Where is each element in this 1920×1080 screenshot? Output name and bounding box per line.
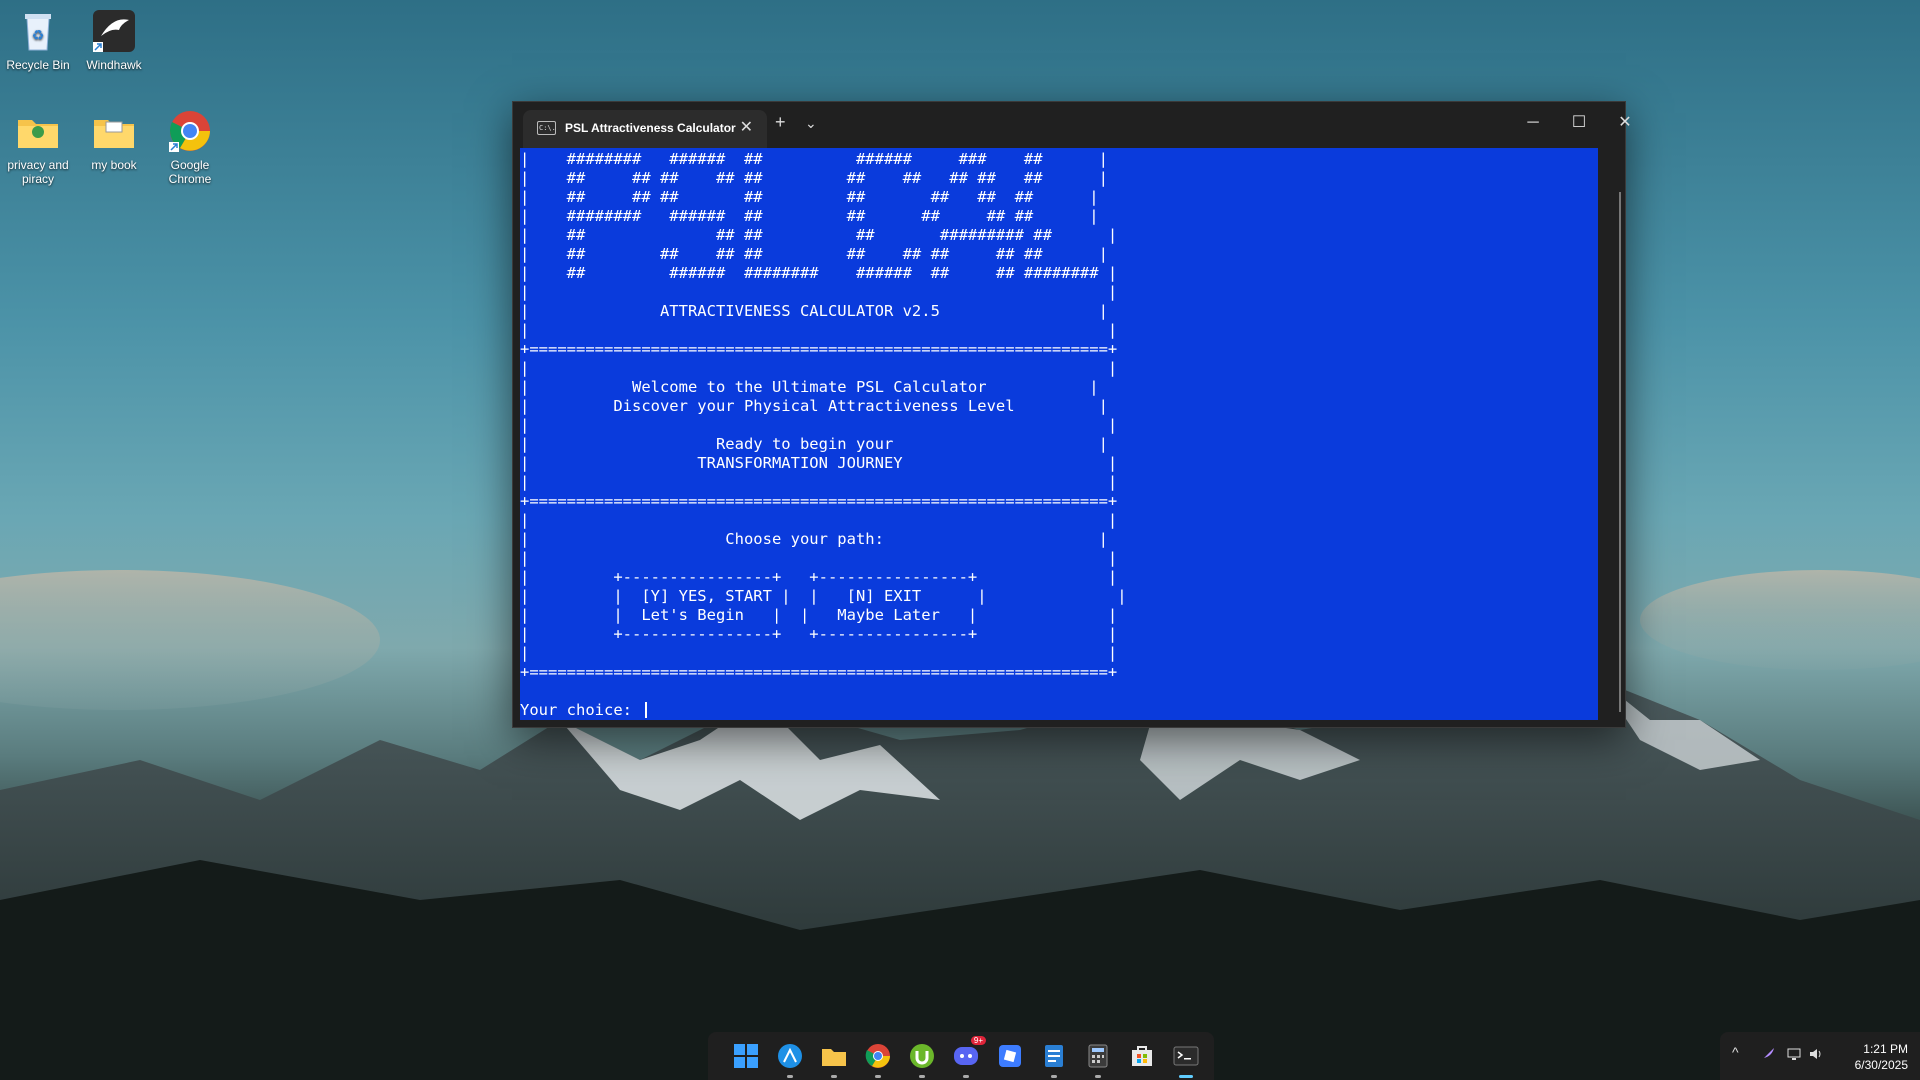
desktop-icon-label: Recycle Bin — [6, 58, 70, 72]
console-text: | ######## ###### ## ###### ### ## | | #… — [520, 150, 1127, 720]
windows-icon — [734, 1044, 758, 1068]
chevron-up-icon[interactable]: ^ — [1732, 1044, 1739, 1060]
feather-icon[interactable] — [1760, 1046, 1776, 1065]
scrollbar[interactable] — [1619, 192, 1621, 712]
svg-text:♻: ♻ — [32, 27, 45, 43]
roblox-icon — [999, 1045, 1021, 1067]
running-indicator — [787, 1075, 793, 1078]
desktop-icon-label: Google Chrome — [168, 158, 212, 186]
taskbar-calculator[interactable] — [1084, 1042, 1112, 1078]
desktop-icon-recycle-bin[interactable]: ♻ Recycle Bin — [0, 8, 76, 72]
taskbar-microsoft-store[interactable] — [1128, 1042, 1156, 1070]
taskbar: 9+ — [708, 1032, 1214, 1080]
taskbar-utorrent[interactable] — [908, 1042, 936, 1078]
new-tab-button[interactable]: + — [775, 112, 786, 133]
folder-icon — [15, 108, 61, 154]
clock-time: 1:21 PM — [1863, 1042, 1908, 1056]
utorrent-icon — [910, 1044, 934, 1068]
desktop-icon-label: privacy and piracy — [7, 158, 69, 186]
console-icon: C:\. — [537, 121, 556, 135]
notepad-icon — [1045, 1045, 1063, 1067]
desktop-icon-google-chrome[interactable]: Google Chrome — [152, 108, 228, 186]
close-window-button[interactable]: ✕ — [1603, 110, 1647, 136]
minimize-button[interactable]: ─ — [1511, 110, 1555, 136]
desktop-icon-my-book[interactable]: my book — [76, 108, 152, 172]
taskbar-terminal[interactable] — [1172, 1042, 1200, 1078]
running-indicator — [1095, 1075, 1101, 1078]
store-icon — [1132, 1046, 1152, 1066]
volume-icon[interactable] — [1808, 1046, 1824, 1065]
title-bar[interactable]: C:\. PSL Attractiveness Calculator ✕ + ⌄… — [513, 102, 1632, 148]
console-output[interactable]: | ######## ###### ## ###### ### ## | | #… — [520, 148, 1598, 720]
maximize-button[interactable]: ☐ — [1557, 110, 1601, 136]
active-indicator — [1179, 1075, 1193, 1078]
discord-icon — [954, 1047, 978, 1065]
terminal-window[interactable]: C:\. PSL Attractiveness Calculator ✕ + ⌄… — [512, 101, 1632, 728]
start-button[interactable] — [732, 1042, 760, 1070]
running-indicator — [1051, 1075, 1057, 1078]
taskbar-roblox[interactable] — [996, 1042, 1024, 1070]
running-indicator — [875, 1075, 881, 1078]
tab-close-button[interactable]: ✕ — [740, 117, 753, 137]
console-text-body: | ######## ###### ## ###### ### ## | | #… — [520, 150, 1127, 719]
text-cursor — [645, 702, 648, 718]
taskbar-notepad[interactable] — [1040, 1042, 1068, 1078]
clock[interactable]: 1:21 PM 6/30/2025 — [1855, 1041, 1908, 1073]
windhawk-icon — [91, 8, 137, 54]
desktop-icon-privacy-and-piracy[interactable]: privacy and piracy — [0, 108, 76, 186]
calculator-icon — [1088, 1044, 1108, 1068]
browser-icon — [778, 1044, 802, 1068]
tab-psl-calculator[interactable]: C:\. PSL Attractiveness Calculator ✕ — [523, 110, 767, 148]
tab-title: PSL Attractiveness Calculator — [565, 121, 736, 135]
recycle-bin-icon: ♻ — [15, 8, 61, 54]
chrome-icon — [865, 1044, 890, 1068]
folder-icon — [822, 1049, 846, 1066]
notification-badge: 9+ — [970, 1036, 986, 1045]
desktop-icon-windhawk[interactable]: Windhawk — [76, 8, 152, 72]
taskbar-browser[interactable] — [776, 1042, 804, 1078]
chrome-icon — [167, 108, 213, 154]
clock-date: 6/30/2025 — [1854, 1058, 1908, 1072]
desktop-icon-label: my book — [91, 158, 137, 172]
network-icon[interactable] — [1786, 1046, 1802, 1065]
tab-dropdown-button[interactable]: ⌄ — [805, 115, 817, 132]
running-indicator — [963, 1075, 969, 1078]
running-indicator — [831, 1075, 837, 1078]
desktop-icon-label: Windhawk — [86, 58, 142, 72]
taskbar-chrome[interactable] — [864, 1042, 892, 1078]
running-indicator — [919, 1075, 925, 1078]
system-tray: ^ 1:21 PM 6/30/2025 — [1720, 1032, 1920, 1080]
terminal-icon — [1173, 1046, 1199, 1066]
taskbar-discord[interactable]: 9+ — [952, 1036, 986, 1078]
taskbar-file-explorer[interactable] — [820, 1042, 848, 1078]
folder-icon — [91, 108, 137, 154]
